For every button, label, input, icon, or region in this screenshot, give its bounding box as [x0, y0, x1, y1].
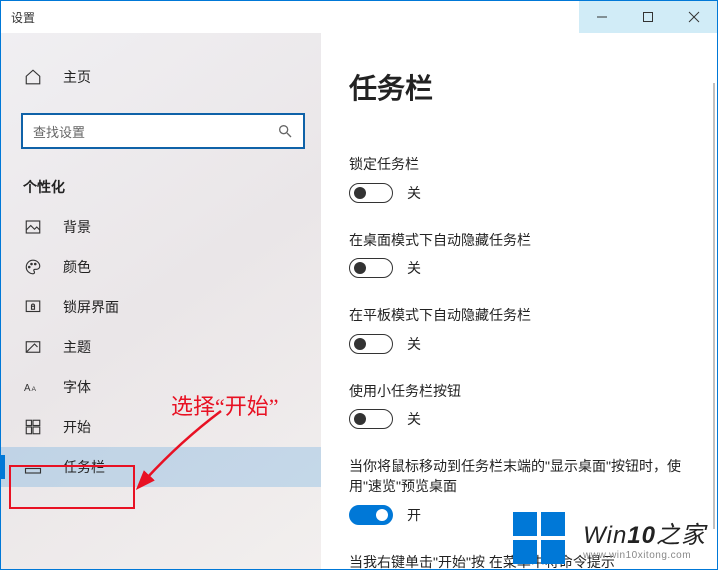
start-icon — [23, 418, 43, 436]
setting-lock-taskbar: 锁定任务栏 关 — [349, 155, 699, 203]
setting-label: 使用小任务栏按钮 — [349, 382, 699, 402]
svg-text:A: A — [24, 383, 31, 394]
setting-small-buttons: 使用小任务栏按钮 关 — [349, 382, 699, 430]
toggle-switch[interactable] — [349, 505, 393, 525]
toggle-state: 关 — [407, 409, 421, 429]
sidebar-item-taskbar[interactable]: 任务栏 — [1, 447, 321, 487]
setting-autohide-tablet: 在平板模式下自动隐藏任务栏 关 — [349, 306, 699, 354]
setting-autohide-desktop: 在桌面模式下自动隐藏任务栏 关 — [349, 231, 699, 279]
sidebar-section-title: 个性化 — [1, 149, 321, 207]
settings-window: 设置 主页 查找设置 个性化 背景 颜色 — [0, 0, 718, 570]
main-content: 任务栏 锁定任务栏 关 在桌面模式下自动隐藏任务栏 关 在平板模式下自动隐藏任务… — [321, 33, 717, 569]
sidebar-item-label: 颜色 — [63, 257, 91, 277]
toggle-state: 关 — [407, 258, 421, 278]
watermark: Win10之家 www.win10xitong.com — [513, 512, 706, 564]
taskbar-icon — [23, 458, 43, 476]
sidebar-item-label: 主题 — [63, 337, 91, 357]
setting-label: 在桌面模式下自动隐藏任务栏 — [349, 231, 699, 251]
toggle-switch[interactable] — [349, 183, 393, 203]
sidebar-item-colors[interactable]: 颜色 — [1, 247, 321, 287]
sidebar-item-background[interactable]: 背景 — [1, 207, 321, 247]
maximize-button[interactable] — [625, 1, 671, 33]
scrollbar[interactable] — [713, 83, 715, 529]
window-title: 设置 — [1, 1, 579, 33]
setting-label: 锁定任务栏 — [349, 155, 699, 175]
lockscreen-icon — [23, 298, 43, 316]
sidebar-item-label: 背景 — [63, 217, 91, 237]
home-icon — [23, 68, 43, 86]
minimize-button[interactable] — [579, 1, 625, 33]
themes-icon — [23, 338, 43, 356]
home-label: 主页 — [63, 67, 91, 87]
toggle-state: 关 — [407, 183, 421, 203]
annotation-text: 选择“开始” — [171, 389, 279, 421]
watermark-text: Win10之家 www.win10xitong.com — [583, 515, 706, 561]
toggle-state: 关 — [407, 334, 421, 354]
setting-label: 当你将鼠标移动到任务栏末端的"显示桌面"按钮时，使用"速览"预览桌面 — [349, 457, 699, 496]
search-icon — [277, 123, 293, 139]
setting-label: 在平板模式下自动隐藏任务栏 — [349, 306, 699, 326]
sidebar: 主页 查找设置 个性化 背景 颜色 锁屏界面 主题 — [1, 33, 321, 569]
search-input[interactable]: 查找设置 — [21, 113, 305, 149]
page-title: 任务栏 — [349, 67, 699, 107]
sidebar-item-lockscreen[interactable]: 锁屏界面 — [1, 287, 321, 327]
sidebar-item-label: 开始 — [63, 417, 91, 437]
home-button[interactable]: 主页 — [1, 61, 321, 93]
svg-text:A: A — [32, 386, 37, 393]
sidebar-item-label: 字体 — [63, 377, 91, 397]
windows-logo-icon — [513, 512, 565, 564]
search-placeholder: 查找设置 — [33, 122, 277, 141]
toggle-switch[interactable] — [349, 258, 393, 278]
palette-icon — [23, 258, 43, 276]
toggle-switch[interactable] — [349, 334, 393, 354]
toggle-switch[interactable] — [349, 409, 393, 429]
close-button[interactable] — [671, 1, 717, 33]
sidebar-item-label: 任务栏 — [63, 457, 105, 477]
image-icon — [23, 218, 43, 236]
font-icon: AA — [23, 380, 43, 394]
toggle-state: 开 — [407, 505, 421, 525]
titlebar: 设置 — [1, 1, 717, 33]
sidebar-item-themes[interactable]: 主题 — [1, 327, 321, 367]
sidebar-item-label: 锁屏界面 — [63, 297, 119, 317]
window-body: 主页 查找设置 个性化 背景 颜色 锁屏界面 主题 — [1, 33, 717, 569]
